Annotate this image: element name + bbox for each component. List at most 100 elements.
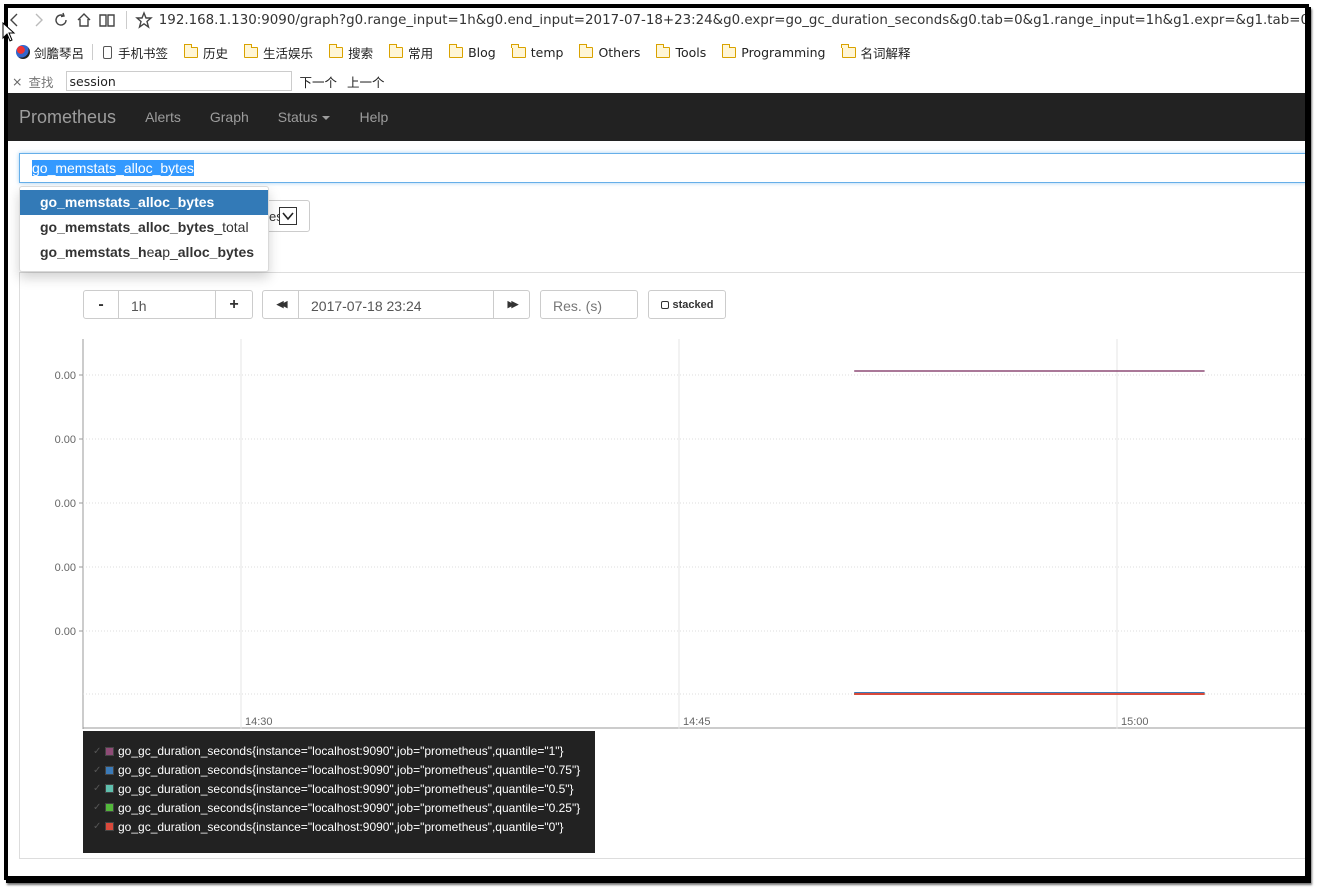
autocomplete-item[interactable]: go_memstats_alloc_bytes_total bbox=[20, 215, 268, 240]
legend-label: go_gc_duration_seconds{instance="localho… bbox=[118, 781, 574, 796]
refresh-icon[interactable] bbox=[50, 4, 73, 36]
browser-window: 192.168.1.130:9090/graph?g0.range_input=… bbox=[4, 4, 1309, 880]
y-tick-label: 0.00 bbox=[55, 434, 76, 446]
legend-item[interactable]: ✓ go_gc_duration_seconds{instance="localh… bbox=[93, 742, 595, 761]
find-close-button[interactable]: × bbox=[12, 74, 22, 89]
folder-icon bbox=[656, 43, 671, 58]
bookmarks-bar: 剑膽琴呂 手机书签 历史 生活娱乐 搜索 常用 Blog temp Others… bbox=[4, 38, 1309, 66]
legend-item[interactable]: ✓ go_gc_duration_seconds{instance="localh… bbox=[93, 780, 595, 799]
nav-help[interactable]: Help bbox=[359, 109, 388, 125]
forward-icon[interactable]: ▶▶ bbox=[493, 290, 530, 319]
y-axis-ticks: 0.00 0.00 0.00 0.00 0.00 bbox=[55, 370, 83, 638]
autocomplete-item[interactable]: go_memstats_heap_alloc_bytes bbox=[20, 240, 268, 265]
y-tick-label: 0.00 bbox=[55, 562, 76, 574]
folder-icon bbox=[579, 43, 594, 58]
nav-alerts[interactable]: Alerts bbox=[145, 109, 181, 125]
forward-icon[interactable] bbox=[27, 4, 50, 36]
brand-link[interactable]: Prometheus bbox=[19, 107, 116, 128]
y-tick-label: 0.00 bbox=[55, 498, 76, 510]
home-icon[interactable] bbox=[72, 4, 95, 36]
expression-selected-text: go_memstats_alloc_bytes bbox=[32, 160, 194, 176]
check-icon[interactable]: ✓ bbox=[93, 802, 105, 813]
legend-swatch bbox=[105, 803, 114, 813]
chart-legend: ✓ go_gc_duration_seconds{instance="localh… bbox=[83, 731, 595, 853]
x-axis-ticks: 14:30 14:45 15:00 bbox=[245, 716, 1149, 728]
autocomplete-item[interactable]: go_memstats_alloc_bytes bbox=[20, 190, 268, 215]
legend-item[interactable]: ✓ go_gc_duration_seconds{instance="localh… bbox=[93, 817, 595, 836]
addr-divider bbox=[126, 11, 127, 29]
nav-graph[interactable]: Graph bbox=[210, 109, 249, 125]
find-prev-button[interactable]: 上一个 bbox=[347, 72, 385, 91]
panel-border bbox=[19, 272, 20, 859]
url-field[interactable]: 192.168.1.130:9090/graph?g0.range_input=… bbox=[159, 13, 1309, 28]
legend-item[interactable]: ✓ go_gc_duration_seconds{instance="localh… bbox=[93, 761, 595, 780]
bookmark-label: 生活娱乐 bbox=[263, 45, 314, 61]
legend-label: go_gc_duration_seconds{instance="localho… bbox=[118, 819, 564, 834]
legend-item[interactable]: ✓ go_gc_duration_seconds{instance="localh… bbox=[93, 798, 595, 817]
folder-icon bbox=[511, 43, 526, 58]
stacked-toggle-button[interactable]: stacked bbox=[648, 290, 726, 319]
bookmark-folder-temp[interactable]: temp bbox=[511, 43, 563, 60]
legend-label: go_gc_duration_seconds{instance="localho… bbox=[118, 744, 564, 759]
find-next-button[interactable]: 下一个 bbox=[300, 72, 338, 91]
bookmark-label: 手机书签 bbox=[118, 45, 169, 61]
match-text: go_memstats_alloc_bytes bbox=[40, 219, 215, 235]
bookmark-jiandan[interactable]: 剑膽琴呂 bbox=[16, 43, 84, 62]
bookmark-label: Others bbox=[598, 44, 641, 60]
caret-down-icon bbox=[322, 116, 331, 120]
legend-swatch bbox=[105, 784, 114, 794]
bookmark-folder-history[interactable]: 历史 bbox=[183, 43, 229, 62]
find-label: 查找 bbox=[28, 74, 54, 90]
check-icon[interactable]: ✓ bbox=[93, 783, 105, 794]
graph-chart[interactable]: 0.00 0.00 0.00 0.00 0.00 14:30 14:45 15:00 bbox=[34, 329, 1309, 729]
nav-status[interactable]: Status bbox=[278, 109, 331, 125]
bookmark-folder-tools[interactable]: Tools bbox=[656, 43, 706, 60]
match-text: go_memstats_alloc_bytes bbox=[40, 194, 215, 210]
folder-icon bbox=[448, 43, 464, 58]
bookmark-label: 常用 bbox=[408, 45, 434, 61]
end-time-input[interactable]: 2017-07-18 23:24 bbox=[298, 290, 494, 319]
x-tick-label: 15:00 bbox=[1121, 716, 1149, 728]
bookmark-folder-common[interactable]: 常用 bbox=[388, 43, 434, 62]
autocomplete-dropdown: go_memstats_alloc_bytes go_memstats_allo… bbox=[19, 186, 269, 272]
bookmark-folder-search[interactable]: 搜索 bbox=[328, 43, 373, 62]
chevron-down-icon[interactable] bbox=[279, 207, 297, 225]
star-icon[interactable] bbox=[134, 4, 153, 36]
bookmark-label: 名词解释 bbox=[860, 45, 911, 61]
folder-icon bbox=[243, 43, 259, 58]
panel-divider bbox=[19, 272, 1309, 273]
find-input[interactable] bbox=[65, 71, 292, 91]
bookmark-folder-others[interactable]: Others bbox=[579, 43, 641, 60]
check-icon[interactable]: ✓ bbox=[93, 765, 105, 776]
range-plus-button[interactable]: + bbox=[215, 290, 253, 319]
expression-input[interactable]: go_memstats_alloc_bytes bbox=[19, 153, 1309, 183]
bookmark-folder-glossary[interactable]: 名词解释 bbox=[841, 43, 911, 62]
bookmark-label: 历史 bbox=[203, 45, 229, 61]
bookmark-label: 剑膽琴呂 bbox=[34, 45, 85, 61]
legend-swatch bbox=[105, 746, 114, 756]
address-bar: 192.168.1.130:9090/graph?g0.range_input=… bbox=[4, 4, 1309, 36]
site-icon bbox=[16, 45, 30, 59]
mouse-cursor-icon bbox=[2, 22, 16, 42]
bookmark-phone[interactable]: 手机书签 bbox=[103, 43, 168, 62]
match-text: go_memstats_h bbox=[40, 244, 147, 260]
prometheus-navbar: Prometheus Alerts Graph Status Help bbox=[4, 93, 1309, 141]
bookmark-folder-programming[interactable]: Programming bbox=[721, 43, 826, 60]
range-minus-button[interactable]: - bbox=[83, 290, 119, 319]
range-input[interactable]: 1h bbox=[118, 290, 216, 319]
bookmark-folder-life[interactable]: 生活娱乐 bbox=[243, 43, 314, 62]
legend-label: go_gc_duration_seconds{instance="localho… bbox=[118, 800, 581, 815]
check-icon[interactable]: ✓ bbox=[93, 821, 105, 832]
find-bar: × 查找 下一个 上一个 bbox=[4, 68, 1309, 94]
folder-icon bbox=[388, 43, 404, 58]
folder-icon bbox=[328, 43, 344, 58]
legend-swatch bbox=[105, 765, 114, 775]
rest-text: p_ bbox=[162, 244, 178, 260]
stacked-label: stacked bbox=[672, 298, 714, 311]
resolution-input[interactable]: Res. (s) bbox=[540, 290, 638, 319]
rest-text: _total bbox=[214, 219, 249, 235]
backward-icon[interactable]: ◀◀ bbox=[262, 290, 299, 319]
check-icon[interactable]: ✓ bbox=[93, 746, 105, 757]
reading-icon[interactable] bbox=[95, 4, 118, 36]
bookmark-folder-blog[interactable]: Blog bbox=[448, 43, 496, 60]
